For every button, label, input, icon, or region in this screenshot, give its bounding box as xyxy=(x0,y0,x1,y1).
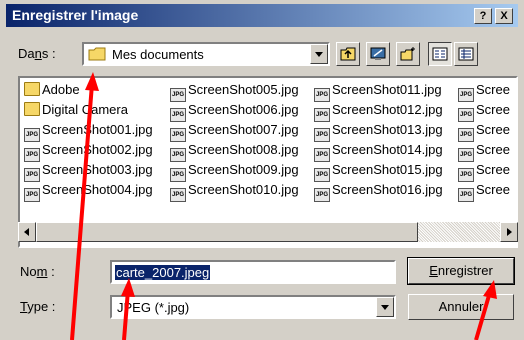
list-item[interactable]: JPG ScreenShot002.jpg xyxy=(24,142,153,162)
new-folder-icon xyxy=(400,47,415,61)
window-title: Enregistrer l'image xyxy=(12,7,139,23)
filetype-dropdown-button[interactable] xyxy=(376,297,394,317)
help-button[interactable]: ? xyxy=(474,8,492,24)
jpg-file-icon: JPG xyxy=(314,148,330,162)
folder-icon xyxy=(88,47,106,61)
folder-icon xyxy=(24,102,40,116)
location-value: Mes documents xyxy=(112,47,204,62)
jpg-file-icon: JPG xyxy=(170,108,186,122)
save-image-dialog: Enregistrer l'image ? X Dans : Mes docum… xyxy=(0,0,524,340)
jpg-file-icon: JPG xyxy=(170,88,186,102)
jpg-file-icon: JPG xyxy=(458,188,474,202)
filetype-label: Type : xyxy=(20,299,56,314)
location-label: Dans : xyxy=(18,46,56,61)
list-item[interactable]: JPG ScreenShot011.jpg xyxy=(314,82,442,102)
jpg-file-icon: JPG xyxy=(24,128,40,142)
list-item[interactable]: JPG Scree xyxy=(458,182,510,202)
scroll-thumb[interactable] xyxy=(36,222,418,242)
jpg-file-icon: JPG xyxy=(314,88,330,102)
list-item[interactable]: JPG Scree xyxy=(458,102,510,122)
jpg-file-icon: JPG xyxy=(314,168,330,182)
list-item[interactable]: Digital Camera xyxy=(24,102,128,122)
jpg-file-icon: JPG xyxy=(458,88,474,102)
jpg-file-icon: JPG xyxy=(24,188,40,202)
title-bar: Enregistrer l'image ? X xyxy=(6,4,518,27)
jpg-file-icon: JPG xyxy=(314,188,330,202)
filename-label: Nom : xyxy=(20,264,55,279)
list-view-icon xyxy=(432,47,448,61)
list-item[interactable]: JPG Scree xyxy=(458,82,510,102)
list-item[interactable]: JPG ScreenShot007.jpg xyxy=(170,122,299,142)
folder-icon xyxy=(24,82,40,96)
list-item[interactable]: JPG Scree xyxy=(458,122,510,142)
jpg-file-icon: JPG xyxy=(458,148,474,162)
filetype-select[interactable]: JPEG (*.jpg) xyxy=(110,295,396,319)
list-item[interactable]: JPG ScreenShot012.jpg xyxy=(314,102,443,122)
folder-up-icon xyxy=(340,47,356,61)
list-item[interactable]: JPG Scree xyxy=(458,142,510,162)
jpg-file-icon: JPG xyxy=(314,128,330,142)
list-view-button[interactable] xyxy=(428,42,452,66)
horizontal-scrollbar[interactable] xyxy=(18,222,518,242)
cancel-button[interactable]: Annuler xyxy=(408,294,514,320)
list-item[interactable]: JPG ScreenShot010.jpg xyxy=(170,182,299,202)
desktop-button[interactable] xyxy=(366,42,390,66)
new-folder-button[interactable] xyxy=(396,42,420,66)
list-item[interactable]: JPG ScreenShot008.jpg xyxy=(170,142,299,162)
filename-input[interactable]: carte_2007.jpeg xyxy=(110,260,396,284)
list-item[interactable]: JPG ScreenShot005.jpg xyxy=(170,82,299,102)
list-item[interactable]: Adobe xyxy=(24,82,80,102)
jpg-file-icon: JPG xyxy=(170,168,186,182)
folder-up-button[interactable] xyxy=(336,42,360,66)
jpg-file-icon: JPG xyxy=(170,148,186,162)
list-item[interactable]: JPG ScreenShot003.jpg xyxy=(24,162,153,182)
jpg-file-icon: JPG xyxy=(458,108,474,122)
jpg-file-icon: JPG xyxy=(458,128,474,142)
jpg-file-icon: JPG xyxy=(24,148,40,162)
location-dropdown-button[interactable] xyxy=(310,44,328,64)
filetype-value: JPEG (*.jpg) xyxy=(117,300,190,315)
scroll-right-button[interactable] xyxy=(500,222,518,242)
jpg-file-icon: JPG xyxy=(24,168,40,182)
list-item[interactable]: JPG ScreenShot013.jpg xyxy=(314,122,443,142)
list-item[interactable]: JPG ScreenShot015.jpg xyxy=(314,162,443,182)
filename-value: carte_2007.jpeg xyxy=(115,265,211,280)
jpg-file-icon: JPG xyxy=(170,188,186,202)
jpg-file-icon: JPG xyxy=(170,128,186,142)
list-item[interactable]: JPG ScreenShot004.jpg xyxy=(24,182,153,202)
list-item[interactable]: JPG ScreenShot009.jpg xyxy=(170,162,299,182)
save-button[interactable]: Enregistrer xyxy=(407,257,515,285)
desktop-icon xyxy=(370,47,386,60)
scroll-track[interactable] xyxy=(418,222,500,242)
location-combo[interactable]: Mes documents xyxy=(82,42,330,66)
list-item[interactable]: JPG ScreenShot014.jpg xyxy=(314,142,443,162)
list-item[interactable]: JPG Scree xyxy=(458,162,510,182)
scroll-left-button[interactable] xyxy=(18,222,36,242)
list-item[interactable]: JPG ScreenShot001.jpg xyxy=(24,122,153,142)
details-view-button[interactable] xyxy=(454,42,478,66)
jpg-file-icon: JPG xyxy=(458,168,474,182)
close-button[interactable]: X xyxy=(495,8,513,24)
list-item[interactable]: JPG ScreenShot016.jpg xyxy=(314,182,443,202)
details-view-icon xyxy=(458,47,474,61)
list-item[interactable]: JPG ScreenShot006.jpg xyxy=(170,102,299,122)
jpg-file-icon: JPG xyxy=(314,108,330,122)
